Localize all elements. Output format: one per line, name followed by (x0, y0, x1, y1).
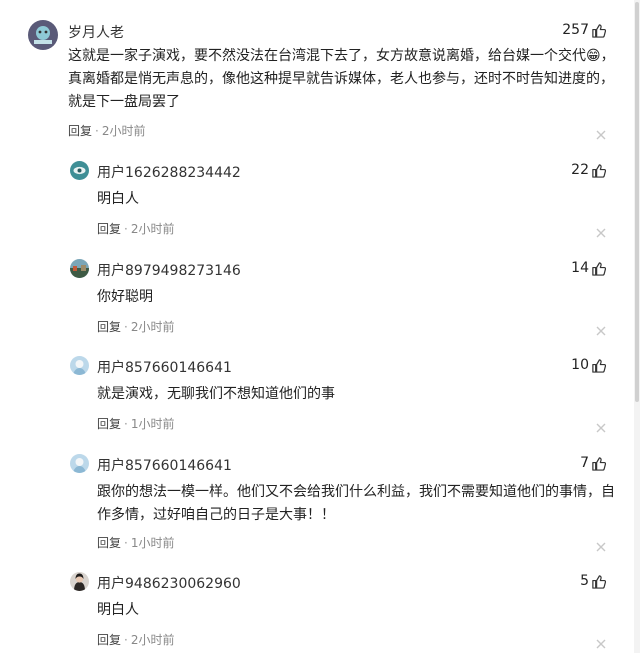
avatar[interactable] (70, 259, 89, 278)
like-count: 10 (571, 357, 589, 373)
thumb-up-icon (591, 261, 607, 276)
comment-meta: 回复 · 1小时前 (97, 534, 174, 551)
like-button[interactable]: 14 (571, 260, 607, 276)
username[interactable]: 岁月人老 (68, 22, 124, 42)
reply-button[interactable]: 回复 (68, 124, 92, 138)
close-icon[interactable] (596, 321, 606, 336)
comment-text: 跟你的想法一模一样。他们又不会给我们什么利益，我们不需要知道他们的事情，自作多情… (97, 484, 615, 523)
timestamp: 1小时前 (130, 536, 175, 550)
reply-item: 用户1626288234442 22 明白人 回复 · 2小时前 (0, 150, 630, 250)
timestamp: 2小时前 (101, 124, 146, 138)
username[interactable]: 用户1626288234442 (97, 162, 241, 182)
like-button[interactable]: 7 (580, 455, 607, 471)
separator-dot: · (95, 124, 99, 138)
avatar[interactable] (70, 572, 89, 591)
like-button[interactable]: 10 (571, 357, 607, 373)
scrollbar[interactable] (634, 0, 640, 653)
separator-dot: · (124, 633, 128, 647)
like-count: 257 (562, 22, 589, 38)
close-icon[interactable] (596, 418, 606, 433)
close-icon[interactable] (596, 634, 606, 649)
like-count: 14 (571, 260, 589, 276)
comment-meta: 回复 · 2小时前 (68, 122, 145, 139)
comment-meta: 回复 · 1小时前 (97, 415, 174, 432)
username[interactable]: 用户8979498273146 (97, 260, 241, 280)
avatar[interactable] (70, 161, 89, 180)
close-icon[interactable] (596, 537, 606, 552)
thumb-up-icon (591, 574, 607, 589)
username[interactable]: 用户9486230062960 (97, 573, 241, 593)
reply-button[interactable]: 回复 (97, 417, 121, 431)
username[interactable]: 用户857660146641 (97, 455, 232, 475)
comment-text: 明白人 (97, 191, 139, 207)
like-count: 22 (571, 162, 589, 178)
thumb-up-icon (591, 23, 607, 38)
comment-text: 就是演戏，无聊我们不想知道他们的事 (97, 386, 335, 402)
avatar[interactable] (70, 454, 89, 473)
avatar[interactable] (70, 356, 89, 375)
timestamp: 1小时前 (130, 417, 175, 431)
comment-meta: 回复 · 2小时前 (97, 318, 174, 335)
comment-text: 这就是一家子演戏，要不然没法在台湾混下去了，女方故意说离婚，给台媒一个交代😁，真… (68, 48, 615, 110)
comment-item: 岁月人老 257 这就是一家子演戏，要不然没法在台湾混下去了，女方故意说离婚，给… (0, 0, 630, 150)
comment-meta: 回复 · 2小时前 (97, 631, 174, 648)
comment-meta: 回复 · 2小时前 (97, 220, 174, 237)
close-icon[interactable] (596, 125, 606, 140)
separator-dot: · (124, 320, 128, 334)
timestamp: 2小时前 (130, 633, 175, 647)
thumb-up-icon (591, 163, 607, 178)
avatar[interactable] (28, 20, 58, 50)
comment-text: 明白人 (97, 602, 139, 618)
close-icon[interactable] (596, 223, 606, 238)
like-count: 7 (580, 455, 589, 471)
thumb-up-icon (591, 456, 607, 471)
reply-item: 用户8979498273146 14 你好聪明 回复 · 2小时前 (0, 248, 630, 348)
timestamp: 2小时前 (130, 222, 175, 236)
scrollbar-thumb[interactable] (635, 2, 639, 402)
reply-item: 用户857660146641 7 跟你的想法一模一样。他们又不会给我们什么利益，… (0, 443, 630, 563)
comment-text: 你好聪明 (97, 289, 153, 305)
reply-button[interactable]: 回复 (97, 320, 121, 334)
separator-dot: · (124, 222, 128, 236)
username[interactable]: 用户857660146641 (97, 357, 232, 377)
reply-button[interactable]: 回复 (97, 222, 121, 236)
like-button[interactable]: 22 (571, 162, 607, 178)
reply-item: 用户857660146641 10 就是演戏，无聊我们不想知道他们的事 回复 · 1… (0, 345, 630, 445)
reply-item: 用户9486230062960 5 明白人 回复 · 2小时前 (0, 561, 630, 653)
reply-button[interactable]: 回复 (97, 633, 121, 647)
timestamp: 2小时前 (130, 320, 175, 334)
like-button[interactable]: 257 (562, 22, 607, 38)
thumb-up-icon (591, 358, 607, 373)
like-count: 5 (580, 573, 589, 589)
reply-button[interactable]: 回复 (97, 536, 121, 550)
like-button[interactable]: 5 (580, 573, 607, 589)
separator-dot: · (124, 536, 128, 550)
separator-dot: · (124, 417, 128, 431)
